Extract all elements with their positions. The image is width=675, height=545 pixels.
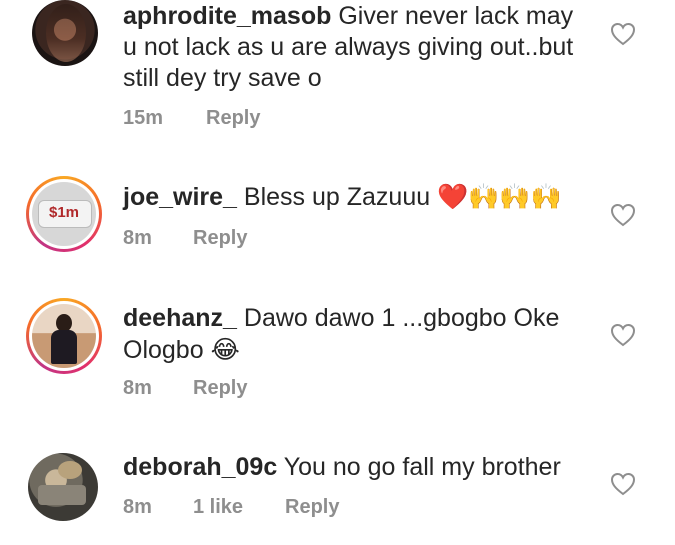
comment-time: 8m (123, 377, 152, 399)
comment-item: $1m joe_wire_ Bless up Zazuuu ❤️🙌🙌🙌 8m R… (0, 176, 675, 286)
reply-button[interactable]: Reply (206, 107, 260, 130)
avatar[interactable] (26, 298, 102, 374)
comment-emoji: 😂 (210, 335, 240, 364)
reply-button[interactable]: Reply (193, 227, 247, 250)
comment-body: Bless up Zazuuu (243, 183, 431, 211)
comment-body: You no go fall my brother (283, 453, 561, 481)
comment-username[interactable]: aphrodite_masob (123, 2, 331, 30)
comment-text: aphrodite_masob Giver never lack may u n… (123, 1, 583, 94)
comment-text: deborah_09c You no go fall my brother (123, 452, 583, 483)
comment-item: aphrodite_masob Giver never lack may u n… (0, 0, 675, 150)
reply-button[interactable]: Reply (285, 496, 339, 519)
comment-time: 8m (123, 227, 152, 249)
avatar[interactable] (26, 452, 102, 528)
heart-outline-icon[interactable] (610, 22, 636, 46)
comment-text: joe_wire_ Bless up Zazuuu ❤️🙌🙌🙌 (123, 181, 583, 213)
like-count[interactable]: 1 like (193, 496, 243, 519)
comment-emoji: ❤️🙌🙌🙌 (437, 182, 562, 211)
heart-outline-icon[interactable] (610, 203, 636, 227)
comment-item: deborah_09c You no go fall my brother 8m… (0, 452, 675, 545)
heart-outline-icon[interactable] (610, 323, 636, 347)
comment-username[interactable]: deborah_09c (123, 453, 277, 481)
avatar[interactable]: $1m (26, 176, 102, 252)
comment-time: 8m (123, 496, 152, 518)
heart-outline-icon[interactable] (610, 472, 636, 496)
comment-username[interactable]: deehanz_ (123, 304, 237, 332)
comment-text: deehanz_ Dawo dawo 1 ...gbogbo Oke Ologb… (123, 303, 583, 366)
comment-item: deehanz_ Dawo dawo 1 ...gbogbo Oke Ologb… (0, 298, 675, 408)
comment-username[interactable]: joe_wire_ (123, 183, 237, 211)
avatar[interactable] (26, 0, 102, 76)
avatar-label: $1m (48, 204, 80, 221)
comment-time: 15m (123, 107, 164, 129)
reply-button[interactable]: Reply (193, 377, 247, 400)
